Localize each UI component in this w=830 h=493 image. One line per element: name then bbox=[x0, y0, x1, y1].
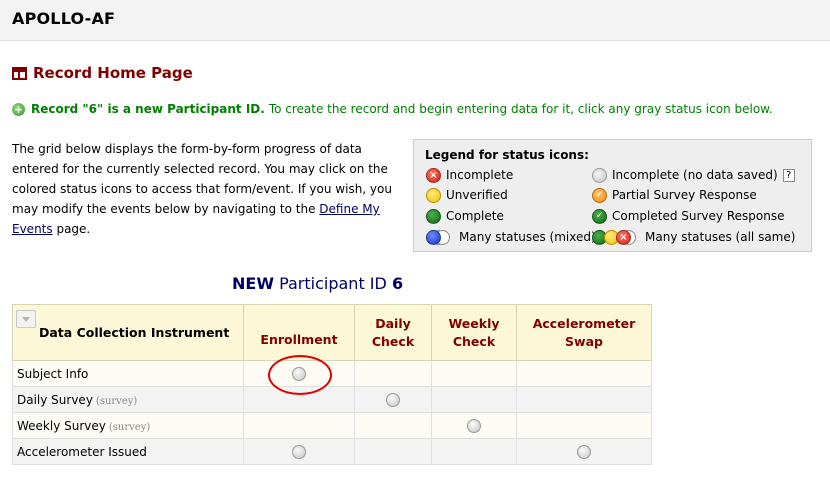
legend-label: Complete bbox=[446, 209, 504, 223]
red-status-icon bbox=[616, 229, 631, 245]
instrument-name: Accelerometer Issued bbox=[17, 444, 147, 459]
status-cell bbox=[516, 438, 652, 465]
event-header-daily-check: Daily Check bbox=[354, 304, 432, 361]
green-check-icon bbox=[592, 208, 607, 224]
status-cell bbox=[243, 360, 355, 387]
status-cell bbox=[354, 360, 432, 387]
gray-status-icon bbox=[592, 167, 607, 183]
instrument-name: Weekly Survey bbox=[17, 418, 106, 433]
collapse-toggle-button[interactable] bbox=[16, 310, 36, 328]
participant-id: 6 bbox=[391, 274, 404, 293]
status-legend: Legend for status icons: Incomplete Inco… bbox=[413, 139, 812, 252]
participant-label: Participant ID bbox=[279, 274, 387, 293]
event-header-accelerometer-swap: Accelerometer Swap bbox=[516, 304, 652, 361]
green-status-icon bbox=[426, 208, 441, 224]
grid-description: The grid below displays the form-by-form… bbox=[12, 139, 392, 239]
orange-check-icon bbox=[592, 187, 607, 203]
legend-item-many-same: Many statuses (all same) bbox=[592, 228, 795, 246]
yellow-status-icon bbox=[426, 187, 441, 203]
status-cell bbox=[431, 386, 517, 413]
notice-text: To create the record and begin entering … bbox=[268, 102, 773, 116]
gray-status-icon[interactable] bbox=[577, 444, 591, 459]
new-label: NEW bbox=[232, 274, 274, 293]
legend-item-unverified: Unverified bbox=[426, 186, 508, 204]
event-header-line: Check bbox=[452, 333, 496, 349]
status-cell bbox=[354, 412, 432, 439]
page-header: Record Home Page bbox=[12, 64, 193, 82]
plus-circle-icon: + bbox=[12, 102, 25, 116]
table-row: Subject Info bbox=[12, 360, 652, 387]
table-row: Accelerometer Issued bbox=[12, 438, 652, 465]
status-cell bbox=[516, 360, 652, 387]
app-title: APOLLO-AF bbox=[12, 9, 116, 28]
same-status-stack-icon bbox=[592, 229, 636, 245]
instrument-name-cell: Subject Info bbox=[12, 360, 244, 387]
status-cell bbox=[243, 438, 355, 465]
new-record-notice: + Record "6" is a new Participant ID. To… bbox=[12, 102, 773, 116]
instrument-name-cell: Accelerometer Issued bbox=[12, 438, 244, 465]
legend-item-complete: Complete bbox=[426, 207, 504, 225]
mixed-status-stack-icon bbox=[426, 229, 450, 245]
page-title: Record Home Page bbox=[33, 64, 193, 82]
gray-status-icon[interactable] bbox=[467, 418, 481, 433]
top-bar: APOLLO-AF bbox=[0, 0, 830, 41]
instrument-name-cell: Weekly Survey (survey) bbox=[12, 412, 244, 439]
legend-label: Incomplete bbox=[446, 168, 514, 182]
instrument-name-cell: Daily Survey (survey) bbox=[12, 386, 244, 413]
event-header-line: Check bbox=[371, 333, 415, 349]
legend-label: Unverified bbox=[446, 188, 508, 202]
status-cell bbox=[431, 438, 517, 465]
event-header-enrollment: Enrollment bbox=[243, 304, 355, 361]
legend-item-incomplete: Incomplete bbox=[426, 166, 513, 184]
record-table-icon bbox=[12, 66, 27, 80]
instrument-name: Daily Survey bbox=[17, 392, 93, 407]
status-cell bbox=[516, 412, 652, 439]
status-cell bbox=[516, 386, 652, 413]
legend-label: Many statuses (all same) bbox=[645, 230, 796, 244]
status-cell bbox=[243, 412, 355, 439]
instrument-header-label: Data Collection Instrument bbox=[39, 325, 230, 340]
legend-title: Legend for status icons: bbox=[425, 148, 589, 162]
legend-label: Many statuses (mixed) bbox=[459, 230, 596, 244]
legend-label: Completed Survey Response bbox=[612, 209, 785, 223]
legend-label: Incomplete (no data saved) bbox=[612, 168, 778, 182]
event-header-line: Daily bbox=[375, 315, 411, 331]
gray-status-icon[interactable] bbox=[386, 392, 400, 407]
legend-item-many-mixed: Many statuses (mixed) bbox=[426, 228, 596, 246]
legend-item-no-data: Incomplete (no data saved) ? bbox=[592, 166, 795, 184]
survey-tag: (survey) bbox=[95, 395, 138, 407]
event-grid-table: Data Collection Instrument Enrollment Da… bbox=[12, 304, 652, 465]
notice-strong: Record "6" is a new Participant ID. bbox=[31, 102, 265, 116]
status-cell bbox=[354, 438, 432, 465]
status-cell bbox=[354, 386, 432, 413]
event-header-line: Weekly bbox=[448, 315, 500, 331]
table-row: Daily Survey (survey) bbox=[12, 386, 652, 413]
survey-tag: (survey) bbox=[108, 421, 151, 433]
instrument-name: Subject Info bbox=[17, 366, 89, 381]
red-status-icon bbox=[426, 167, 441, 183]
triangle-down-icon bbox=[22, 317, 30, 322]
blue-status-icon bbox=[426, 229, 441, 245]
status-cell bbox=[431, 360, 517, 387]
grid-heading: NEW Participant ID 6 bbox=[232, 274, 403, 293]
table-row: Weekly Survey (survey) bbox=[12, 412, 652, 439]
event-header-line: Accelerometer bbox=[532, 315, 636, 331]
legend-item-partial-survey: Partial Survey Response bbox=[592, 186, 757, 204]
event-header-line: Swap bbox=[565, 333, 603, 349]
event-header-weekly-check: Weekly Check bbox=[431, 304, 517, 361]
status-cell bbox=[431, 412, 517, 439]
legend-label: Partial Survey Response bbox=[612, 188, 757, 202]
help-icon[interactable]: ? bbox=[782, 168, 795, 182]
legend-item-completed-survey: Completed Survey Response bbox=[592, 207, 784, 225]
grid-body: Subject Info Daily Survey (survey) Weekly S… bbox=[12, 360, 652, 465]
gray-status-icon[interactable] bbox=[292, 366, 306, 381]
instrument-column-header: Data Collection Instrument bbox=[12, 304, 244, 361]
gray-status-icon[interactable] bbox=[292, 444, 306, 459]
description-suffix: page. bbox=[52, 222, 91, 236]
status-cell bbox=[243, 386, 355, 413]
event-header-line: Enrollment bbox=[260, 331, 338, 347]
